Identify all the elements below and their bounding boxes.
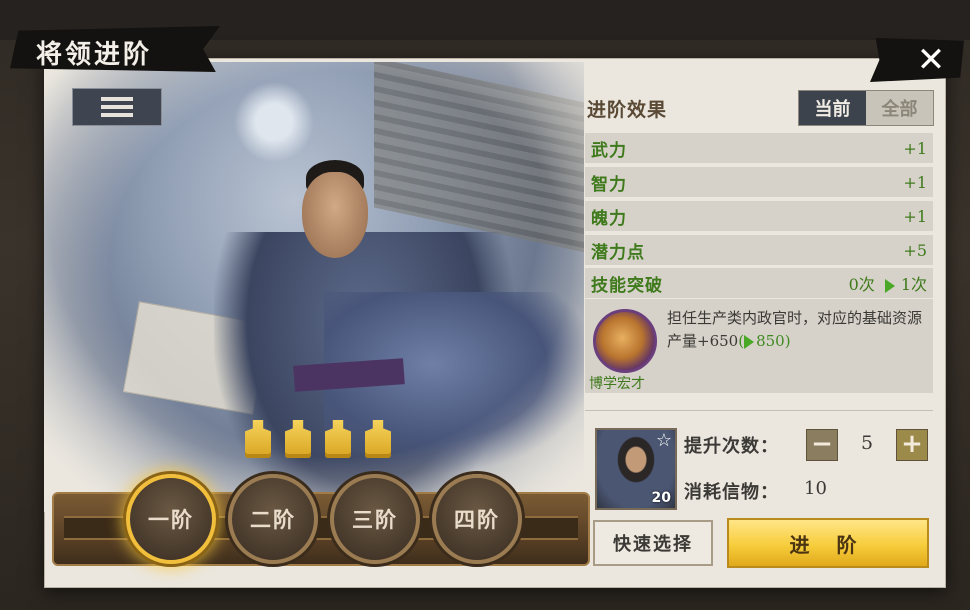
stat-value: +1 — [903, 138, 927, 158]
seal-icon — [285, 420, 311, 458]
skill-desc-next: 850 — [756, 332, 785, 350]
close-icon[interactable]: ✕ — [910, 41, 952, 79]
stat-row-intellect: 智力 +1 — [585, 167, 933, 197]
list-button[interactable] — [72, 88, 162, 126]
tier-2-button[interactable]: 二阶 — [228, 474, 318, 564]
stat-name: 智力 — [591, 174, 627, 195]
skill-break-to: 1次 — [900, 275, 927, 294]
stat-row-force: 武力 +1 — [585, 133, 933, 163]
skill-card: 博学宏才 担任生产类内政官时，对应的基础资源产量+650(850) — [585, 299, 933, 393]
upgrade-count-label: 提升次数： — [684, 436, 779, 457]
skill-icon[interactable] — [593, 309, 657, 373]
tier-4-button[interactable]: 四阶 — [432, 474, 522, 564]
skill-desc-main: 担任生产类内政官时，对应的基础资源产量+650 — [667, 309, 923, 350]
stat-name: 技能突破 — [591, 275, 663, 296]
seal-row — [245, 420, 391, 458]
stat-value: +5 — [903, 240, 927, 260]
stat-value: +1 — [903, 172, 927, 192]
toggle-all[interactable]: 全部 — [866, 91, 933, 125]
avatar[interactable]: ☆ 20 — [595, 428, 677, 510]
upgrade-count-value: 5 — [860, 432, 874, 454]
toggle-current[interactable]: 当前 — [799, 91, 866, 125]
cost-value: 10 — [804, 478, 827, 499]
tier-selector: 一阶 二阶 三阶 四阶 — [52, 462, 590, 572]
quick-select-button[interactable]: 快速选择 — [593, 520, 713, 566]
cost-label: 消耗信物： — [684, 482, 779, 503]
arrow-right-icon — [744, 335, 755, 349]
increase-button[interactable]: + — [896, 429, 928, 461]
seal-icon — [245, 420, 271, 458]
tier-3-button[interactable]: 三阶 — [330, 474, 420, 564]
seal-icon — [365, 420, 391, 458]
effects-title: 进阶效果 — [587, 99, 668, 121]
stat-name: 潜力点 — [591, 242, 645, 263]
stat-name: 魄力 — [591, 208, 627, 229]
stat-name: 武力 — [591, 140, 627, 161]
star-icon: ☆ — [655, 430, 672, 451]
skill-description: 担任生产类内政官时，对应的基础资源产量+650(850) — [667, 307, 929, 353]
skill-name: 博学宏才 — [589, 376, 645, 392]
stat-row-boldness: 魄力 +1 — [585, 201, 933, 231]
skill-desc-paren-close: ) — [784, 332, 791, 350]
advance-button[interactable]: 进 阶 — [727, 518, 929, 568]
view-toggle: 当前 全部 — [798, 90, 934, 126]
page-title: 将领进阶 — [36, 40, 153, 70]
stat-row-potential: 潜力点 +5 — [585, 235, 933, 265]
seal-icon — [325, 420, 351, 458]
skill-break-from: 0次 — [848, 275, 875, 294]
tier-1-button[interactable]: 一阶 — [126, 474, 216, 564]
stat-value: +1 — [903, 206, 927, 226]
divider — [585, 410, 933, 411]
stat-row-skill-break: 技能突破 0次 1次 — [585, 268, 933, 298]
avatar-level: 20 — [651, 490, 671, 506]
decrease-button[interactable]: − — [806, 429, 838, 461]
list-icon — [101, 97, 133, 117]
skill-break-value: 0次 1次 — [849, 271, 927, 295]
arrow-right-icon — [884, 278, 895, 293]
